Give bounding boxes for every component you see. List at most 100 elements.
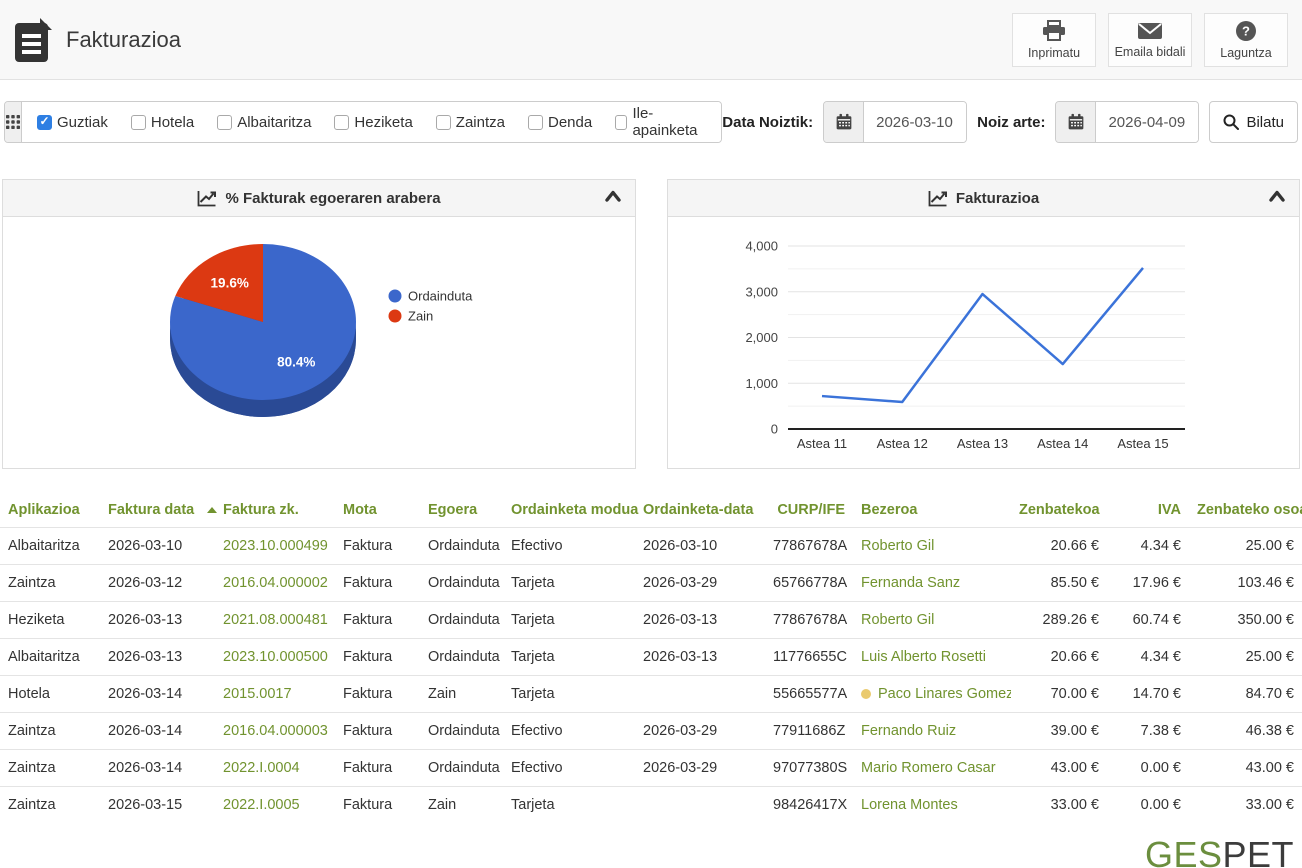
cell-iva: 0.00 €: [1107, 749, 1189, 787]
column-header-bezeroa[interactable]: Bezeroa: [853, 493, 1011, 528]
cell-aplikazioa: Heziketa: [0, 601, 100, 639]
invoice-link[interactable]: 2016.04.000003: [223, 723, 328, 739]
column-header-osoa[interactable]: Zenbateko osoa: [1189, 493, 1302, 528]
column-header-label: Egoera: [428, 502, 478, 518]
client-link[interactable]: Lorena Montes: [861, 797, 958, 813]
column-header-ordainketa_data[interactable]: Ordainketa-data: [635, 493, 765, 528]
filter-checkbox-heziketa[interactable]: [334, 114, 350, 130]
client-link[interactable]: Mario Romero Casar: [861, 760, 996, 776]
pie-collapse-button[interactable]: [605, 190, 621, 205]
invoice-link[interactable]: 2015.0017: [223, 686, 292, 702]
invoice-link[interactable]: 2021.08.000481: [223, 612, 328, 628]
apps-grid-button[interactable]: [5, 102, 22, 142]
cell-osoa: 103.46 €: [1189, 564, 1302, 602]
cell-ordainketa_data: 2026-03-13: [635, 638, 765, 676]
help-button[interactable]: ? Laguntza: [1204, 12, 1288, 67]
cell-aplikazioa: Albaitaritza: [0, 638, 100, 676]
invoice-link[interactable]: 2022.I.0004: [223, 760, 300, 776]
date-to-calendar-button[interactable]: [1056, 102, 1097, 142]
cell-ordainketa_data: 2026-03-29: [635, 749, 765, 787]
column-header-aplikazioa[interactable]: Aplikazioa: [0, 493, 100, 528]
table-row: Albaitaritza 2026-03-10 2023.10.000499 Fakt…: [0, 527, 1302, 565]
client-link[interactable]: Roberto Gil: [861, 612, 934, 628]
cell-zenbatekoa: 33.00 €: [1011, 786, 1107, 823]
column-header-ordainketa_modua[interactable]: Ordainketa modua: [503, 493, 638, 528]
cell-ordainketa_modua: Efectivo: [503, 749, 635, 787]
column-header-zenbatekoa[interactable]: Zenbatekoa: [1011, 493, 1107, 528]
invoice-link[interactable]: 2016.04.000002: [223, 575, 328, 591]
column-header-mota[interactable]: Mota: [335, 493, 420, 528]
cell-egoera: Ordainduta: [420, 564, 503, 602]
invoice-link[interactable]: 2022.I.0005: [223, 797, 300, 813]
app-header: Fakturazioa Inprimatu Emaila bidali ? La…: [0, 0, 1302, 80]
svg-text:?: ?: [1242, 23, 1250, 38]
cell-faktura_zk: 2016.04.000002: [215, 564, 335, 602]
cell-zenbatekoa: 289.26 €: [1011, 601, 1107, 639]
print-button-label: Inprimatu: [1027, 45, 1081, 60]
cell-aplikazioa: Zaintza: [0, 749, 100, 787]
email-button[interactable]: Emaila bidali: [1108, 12, 1192, 67]
pie-chart: 80.4% 19.6% Ordainduta Zain: [170, 244, 473, 417]
cell-iva: 14.70 €: [1107, 675, 1189, 713]
column-header-faktura_data[interactable]: Faktura data: [100, 493, 218, 528]
client-link[interactable]: Fernanda Sanz: [861, 575, 960, 591]
column-header-egoera[interactable]: Egoera: [420, 493, 503, 528]
cell-aplikazioa: Zaintza: [0, 564, 100, 602]
client-link[interactable]: Fernando Ruiz: [861, 723, 956, 739]
calendar-icon: [836, 113, 851, 130]
invoice-link[interactable]: 2023.10.000500: [223, 649, 328, 665]
client-link[interactable]: Roberto Gil: [861, 538, 934, 554]
pie-panel: % Fakturak egoeraren arabera 80.4% 19.6% O…: [2, 179, 636, 469]
filter-item-ile-apainketa: Ile-apainketa: [615, 105, 700, 139]
filter-item-albaitaritza: Albaitaritza: [217, 114, 311, 131]
search-button[interactable]: Bilatu: [1209, 101, 1298, 143]
svg-text:Astea 13: Astea 13: [957, 436, 1008, 451]
date-to-input[interactable]: [1096, 102, 1199, 142]
cell-zenbatekoa: 70.00 €: [1011, 675, 1107, 713]
client-link[interactable]: Paco Linares Gomez: [878, 686, 1011, 702]
cell-osoa: 25.00 €: [1189, 527, 1302, 565]
cell-mota: Faktura: [335, 601, 420, 639]
help-icon: ?: [1236, 20, 1256, 41]
cell-ordainketa_data: [635, 675, 765, 713]
chevron-up-icon: [1269, 190, 1285, 202]
pie-panel-header: % Fakturak egoeraren arabera: [2, 179, 636, 217]
print-button[interactable]: Inprimatu: [1012, 12, 1096, 67]
cell-iva: 60.74 €: [1107, 601, 1189, 639]
filter-checkbox-guztiak[interactable]: [37, 114, 52, 130]
cell-egoera: Ordainduta: [420, 712, 503, 750]
line-chart: 0 1,000 2,000 3,000 4,000 Astea 11 Astea 12 Ast…: [745, 239, 1185, 451]
filter-checkbox-hotela[interactable]: [130, 114, 146, 130]
page-title: Fakturazioa: [66, 26, 181, 52]
cell-bezeroa: Fernanda Sanz: [853, 564, 1011, 602]
svg-text:2,000: 2,000: [745, 330, 778, 345]
filter-checkbox-denda[interactable]: [527, 114, 543, 130]
filter-item-guztiak: Guztiak: [37, 114, 108, 131]
column-header-faktura_zk[interactable]: Faktura zk.: [215, 493, 335, 528]
column-header-label: Aplikazioa: [8, 502, 80, 518]
cell-faktura_data: 2026-03-14: [100, 675, 215, 713]
filter-item-zaintza: Zaintza: [435, 114, 505, 131]
table-row: Zaintza 2026-03-14 2016.04.000003 Faktura Or…: [0, 712, 1302, 750]
cell-osoa: 46.38 €: [1189, 712, 1302, 750]
invoice-link[interactable]: 2023.10.000499: [223, 538, 328, 554]
filter-checkbox-ile-apainketa[interactable]: [615, 114, 628, 130]
date-to-label: Noiz arte:: [977, 113, 1046, 131]
filter-checkbox-albaitaritza[interactable]: [217, 114, 233, 130]
cell-ordainketa_modua: Tarjeta: [503, 638, 635, 676]
filter-checkbox-zaintza[interactable]: [435, 114, 451, 130]
client-link[interactable]: Luis Alberto Rosetti: [861, 649, 986, 665]
column-header-label: Faktura zk.: [223, 502, 299, 518]
cell-faktura_zk: 2021.08.000481: [215, 601, 335, 639]
cell-faktura_data: 2026-03-12: [100, 564, 215, 602]
cell-curp: 97077380S: [765, 749, 853, 787]
column-header-curp[interactable]: CURP/IFE: [765, 493, 853, 528]
cell-aplikazioa: Hotela: [0, 675, 100, 713]
search-button-label: Bilatu: [1246, 113, 1284, 131]
filter-label: Ile-apainketa: [632, 105, 698, 139]
filter-label: Hotela: [150, 113, 195, 131]
date-from-calendar-button[interactable]: [824, 102, 865, 142]
column-header-iva[interactable]: IVA: [1107, 493, 1189, 528]
date-from-input[interactable]: [864, 102, 967, 142]
line-collapse-button[interactable]: [1269, 190, 1285, 205]
